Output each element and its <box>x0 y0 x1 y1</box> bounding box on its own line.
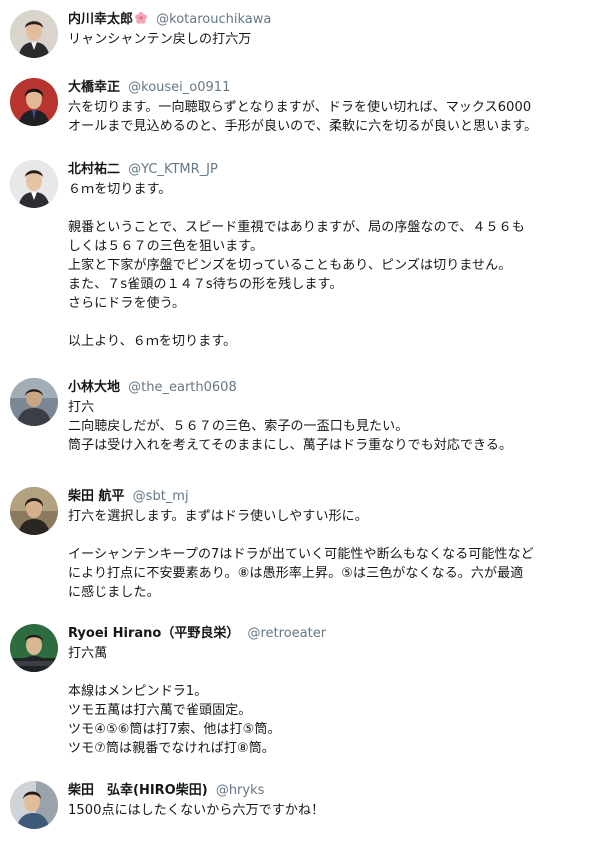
user-handle[interactable]: @YC_KTMR_JP <box>128 162 218 177</box>
tweet-line: しくは５６７の三色を狙います。 <box>68 239 264 254</box>
user-handle[interactable]: @retroeater <box>247 626 326 641</box>
user-handle[interactable]: @kousei_o0911 <box>128 80 230 95</box>
tweet-line: ツモ⑦筒は親番でなければ打⑧筒。 <box>68 741 275 756</box>
tweet-text: 六を切ります。一向聴取らずとなりますが、ドラを使い切れば、マックス6000 オー… <box>68 98 586 136</box>
tweet-line: ６ｍを切ります。 <box>68 182 172 197</box>
tweet-line <box>68 199 586 218</box>
user-handle[interactable]: @hryks <box>216 783 265 798</box>
avatar[interactable] <box>10 10 58 58</box>
tweet-line: また、７s雀頭の１４７s待ちの形を残します。 <box>68 277 343 292</box>
tweet-line: 1500点にはしたくないから六万ですかね！ <box>68 803 325 818</box>
display-name[interactable]: 柴田 弘幸(HIRO柴田) <box>68 783 208 798</box>
tweet-text: 1500点にはしたくないから六万ですかね！ <box>68 801 586 820</box>
avatar[interactable] <box>10 624 58 672</box>
display-name[interactable]: Ryoei Hirano（平野良栄） <box>68 626 239 641</box>
avatar[interactable] <box>10 781 58 829</box>
tweet-text: ６ｍを切ります。 親番ということで、スピード重視ではありますが、局の序盤なので、… <box>68 180 586 351</box>
avatar[interactable] <box>10 160 58 208</box>
tweet-line: 上家と下家が序盤でピンズを切っていることもあり、ピンズは切りません。 <box>68 258 512 273</box>
tweet-text: リャンシャンテン戻しの打六万 <box>68 30 586 49</box>
avatar[interactable] <box>10 378 58 426</box>
tweet-line: オールまで見込めるのと、手形が良いので、柔軟に六を切るが良いと思います。 <box>68 119 538 134</box>
tweet-line: さらにドラを使う。 <box>68 296 186 311</box>
avatar[interactable] <box>10 78 58 126</box>
tweet-line: ツモ五萬は打六萬で雀頭固定。 <box>68 703 252 718</box>
display-name[interactable]: 内川幸太郎 <box>68 12 133 27</box>
tweet-line <box>68 663 586 682</box>
user-handle[interactable]: @the_earth0608 <box>128 380 237 395</box>
tweet-line: に感じました。 <box>68 585 160 600</box>
tweet-line: 六を切ります。一向聴取らずとなりますが、ドラを使い切れば、マックス6000 <box>68 100 532 115</box>
tweet-text: 打六萬 本線はメンピンドラ1。 ツモ五萬は打六萬で雀頭固定。 ツモ④⑤⑥筒は打7… <box>68 644 586 758</box>
tweet-line: イーシャンテンキープの7はドラが出ていく可能性や断么もなくなる可能性など <box>68 547 534 562</box>
tweet-line: 二向聴戻しだが、５６７の三色、索子の一盃口も見たい。 <box>68 419 409 434</box>
display-name[interactable]: 柴田 航平 <box>68 489 125 504</box>
tweet-line: 本線はメンピンドラ1。 <box>68 684 208 699</box>
tweet-line: 打六を選択します。まずはドラ使いしやすい形に。 <box>68 509 368 524</box>
tweet-line: 親番ということで、スピード重視ではありますが、局の序盤なので、４５６も <box>68 220 525 235</box>
avatar[interactable] <box>10 487 58 535</box>
tweet-line <box>68 526 586 545</box>
user-handle[interactable]: @sbt_mj <box>133 489 189 504</box>
tweet-text: 打六を選択します。まずはドラ使いしやすい形に。 イーシャンテンキープの7はドラが… <box>68 507 586 602</box>
tweet-line: ツモ④⑤⑥筒は打7索、他は打⑤筒。 <box>68 722 281 737</box>
user-handle[interactable]: @kotarouchikawa <box>156 12 271 27</box>
tweet-line: リャンシャンテン戻しの打六万 <box>68 32 252 47</box>
cherry-blossom-icon <box>134 11 148 32</box>
tweet-line: により打点に不安要素あり。⑧は愚形率上昇。⑤は三色がなくなる。六が最適 <box>68 566 524 581</box>
tweet-text: 打六 二向聴戻しだが、５６７の三色、索子の一盃口も見たい。 筒子は受け入れを考え… <box>68 398 586 455</box>
display-name[interactable]: 小林大地 <box>68 380 120 395</box>
tweet-line: 打六 <box>68 400 95 415</box>
tweet-line: 以上より、６ｍを切ります。 <box>68 334 237 349</box>
display-name[interactable]: 大橋幸正 <box>68 80 120 95</box>
display-name[interactable]: 北村祐二 <box>68 162 120 177</box>
tweet-line <box>68 313 586 332</box>
tweet-line: 打六萬 <box>68 646 108 661</box>
tweet-line: 筒子は受け入れを考えてそのままにし、萬子はドラ重なりでも対応できる。 <box>68 438 513 453</box>
